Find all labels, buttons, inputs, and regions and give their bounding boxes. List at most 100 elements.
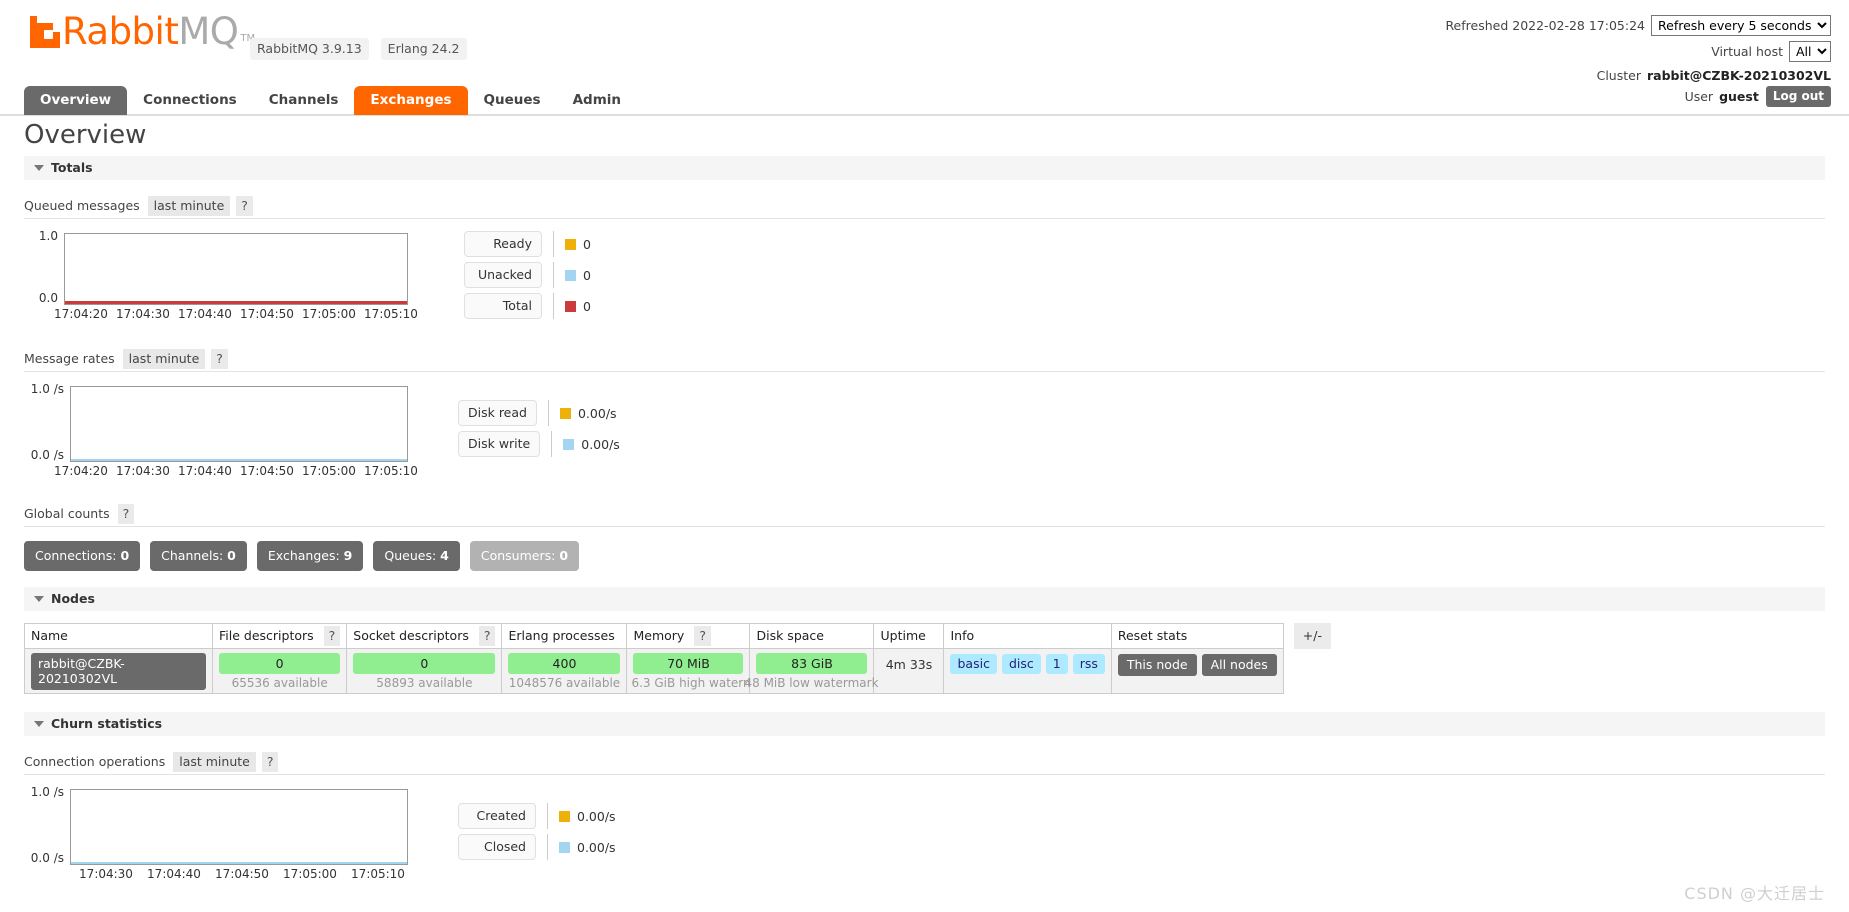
- legend-row-unacked: Unacked 0: [464, 262, 591, 288]
- plot-canvas-message-rates[interactable]: [70, 386, 408, 462]
- info-badge-group: basic disc 1 rss: [950, 653, 1104, 674]
- column-header-name[interactable]: Name: [25, 624, 213, 649]
- tab-queues[interactable]: Queues: [468, 86, 557, 115]
- global-count-queues[interactable]: Queues: 4: [373, 541, 459, 571]
- main-content: Overview Totals Queued messages last min…: [0, 120, 1849, 885]
- help-icon-connection-operations[interactable]: ?: [262, 752, 279, 772]
- legend-button-disk-read[interactable]: Disk read: [458, 400, 537, 426]
- column-header-memory[interactable]: Memory ?: [627, 624, 750, 649]
- y-axis-label-min-queued: 0.0: [24, 291, 58, 305]
- global-count-queues-value: 4: [440, 548, 449, 563]
- plot-canvas-connection-operations[interactable]: [70, 789, 408, 865]
- legend-row-disk-write: Disk write 0.00/s: [458, 431, 620, 457]
- column-label-file-descriptors: File descriptors: [219, 628, 314, 643]
- memory-value: 70 MiB: [633, 653, 743, 674]
- collapse-caret-icon: [34, 165, 44, 171]
- legend-swatch-total: [565, 301, 576, 312]
- tab-connections[interactable]: Connections: [127, 86, 253, 115]
- help-icon-file-descriptors[interactable]: ?: [324, 626, 341, 646]
- refresh-interval-select[interactable]: Refresh every 5 seconds: [1651, 15, 1831, 36]
- y-axis-label-max-queued: 1.0: [24, 229, 58, 243]
- node-name-link[interactable]: rabbit@CZBK-20210302VL: [31, 653, 206, 690]
- x-axis-labels-queued-messages: 17:04:20 17:04:30 17:04:40 17:04:50 17:0…: [50, 307, 422, 321]
- tab-admin[interactable]: Admin: [557, 86, 637, 115]
- section-header-churn-statistics[interactable]: Churn statistics: [24, 712, 1825, 736]
- reset-this-node-button[interactable]: This node: [1118, 654, 1197, 676]
- x-tick: 17:05:10: [344, 867, 412, 881]
- info-badge-disc[interactable]: disc: [1002, 654, 1041, 674]
- help-icon-message-rates[interactable]: ?: [211, 349, 228, 369]
- x-tick: 17:04:20: [50, 464, 112, 478]
- global-count-channels[interactable]: Channels: 0: [150, 541, 247, 571]
- legend-value-disk-read: 0.00/s: [578, 406, 617, 421]
- erlang-processes-note: 1048576 available: [508, 674, 620, 690]
- socket-descriptors-note: 58893 available: [353, 674, 495, 690]
- column-header-erlang-processes[interactable]: Erlang processes: [502, 624, 627, 649]
- legend-button-unacked[interactable]: Unacked: [464, 262, 542, 288]
- legend-button-closed[interactable]: Closed: [458, 834, 536, 860]
- cell-socket-descriptors: 0 58893 available: [347, 649, 502, 694]
- section-header-nodes[interactable]: Nodes: [24, 587, 1825, 611]
- tab-exchanges[interactable]: Exchanges: [354, 86, 467, 115]
- global-count-consumers[interactable]: Consumers: 0: [470, 541, 579, 571]
- global-count-connections[interactable]: Connections: 0: [24, 541, 140, 571]
- global-count-exchanges[interactable]: Exchanges: 9: [257, 541, 364, 571]
- column-header-reset-stats[interactable]: Reset stats: [1111, 624, 1283, 649]
- x-tick: 17:04:30: [72, 867, 140, 881]
- cell-file-descriptors: 0 65536 available: [213, 649, 347, 694]
- tab-overview[interactable]: Overview: [24, 86, 127, 115]
- global-count-exchanges-label: Exchanges:: [268, 548, 340, 563]
- time-range-chip-connection-operations[interactable]: last minute: [173, 752, 256, 772]
- legend-value-created: 0.00/s: [577, 809, 616, 824]
- socket-descriptors-value: 0: [353, 653, 495, 674]
- help-icon-memory[interactable]: ?: [694, 626, 711, 646]
- column-header-socket-descriptors[interactable]: Socket descriptors ?: [347, 624, 502, 649]
- help-icon-global-counts[interactable]: ?: [118, 504, 135, 524]
- subheader-title-connection-operations: Connection operations: [24, 753, 167, 771]
- tab-channels[interactable]: Channels: [253, 86, 355, 115]
- vhost-label: Virtual host: [1711, 44, 1783, 59]
- info-badge-rss[interactable]: rss: [1073, 654, 1105, 674]
- cluster-name: rabbit@CZBK-20210302VL: [1647, 68, 1831, 83]
- legend-button-ready[interactable]: Ready: [464, 231, 542, 257]
- page-header: RabbitMQTM RabbitMQ 3.9.13 Erlang 24.2 R…: [0, 0, 1849, 78]
- x-tick: 17:04:40: [140, 867, 208, 881]
- column-header-uptime[interactable]: Uptime: [874, 624, 944, 649]
- info-badge-basic[interactable]: basic: [950, 654, 996, 674]
- global-count-connections-value: 0: [120, 548, 129, 563]
- nodes-table-wrapper: Name File descriptors ? Socket descripto…: [24, 623, 1825, 694]
- chart-area-message-rates: 1.0 /s 0.0 /s 17:04:20 17:04:30 17:04:40…: [24, 382, 424, 482]
- vhost-select[interactable]: All: [1789, 41, 1831, 62]
- subheader-global-counts: Global counts ?: [24, 504, 1825, 527]
- x-axis-labels-message-rates: 17:04:20 17:04:30 17:04:40 17:04:50 17:0…: [50, 464, 422, 478]
- logout-button[interactable]: Log out: [1766, 86, 1831, 107]
- info-badge-count[interactable]: 1: [1046, 654, 1068, 674]
- legend-swatch-closed: [559, 842, 570, 853]
- column-header-disk-space[interactable]: Disk space: [750, 624, 874, 649]
- legend-button-created[interactable]: Created: [458, 803, 536, 829]
- help-icon-socket-descriptors[interactable]: ?: [479, 626, 496, 646]
- legend-row-closed: Closed 0.00/s: [458, 834, 616, 860]
- x-tick: 17:04:30: [112, 464, 174, 478]
- x-tick: 17:04:30: [112, 307, 174, 321]
- rabbitmq-logo[interactable]: RabbitMQTM: [30, 16, 255, 48]
- time-range-chip-queued-messages[interactable]: last minute: [148, 196, 231, 216]
- reset-all-nodes-button[interactable]: All nodes: [1202, 654, 1277, 676]
- refreshed-timestamp: Refreshed 2022-02-28 17:05:24: [1445, 18, 1645, 33]
- column-header-info[interactable]: Info: [944, 624, 1111, 649]
- chart-connection-operations: 1.0 /s 0.0 /s 17:04:30 17:04:40 17:04:50…: [24, 785, 1849, 885]
- table-row: rabbit@CZBK-20210302VL 0 65536 available…: [25, 649, 1284, 694]
- plot-canvas-queued-messages[interactable]: [64, 233, 408, 305]
- toggle-columns-button[interactable]: +/-: [1294, 623, 1331, 649]
- cell-erlang-processes: 400 1048576 available: [502, 649, 627, 694]
- legend-button-disk-write[interactable]: Disk write: [458, 431, 540, 457]
- rabbitmq-management-page: RabbitMQTM RabbitMQ 3.9.13 Erlang 24.2 R…: [0, 0, 1849, 912]
- series-line-closed: [71, 862, 407, 864]
- section-header-totals[interactable]: Totals: [24, 156, 1825, 180]
- column-header-file-descriptors[interactable]: File descriptors ?: [213, 624, 347, 649]
- rabbitmq-version-badge: RabbitMQ 3.9.13: [250, 38, 369, 60]
- help-icon-queued-messages[interactable]: ?: [236, 196, 253, 216]
- legend-button-total[interactable]: Total: [464, 293, 542, 319]
- subheader-title-queued-messages: Queued messages: [24, 197, 142, 215]
- time-range-chip-message-rates[interactable]: last minute: [123, 349, 206, 369]
